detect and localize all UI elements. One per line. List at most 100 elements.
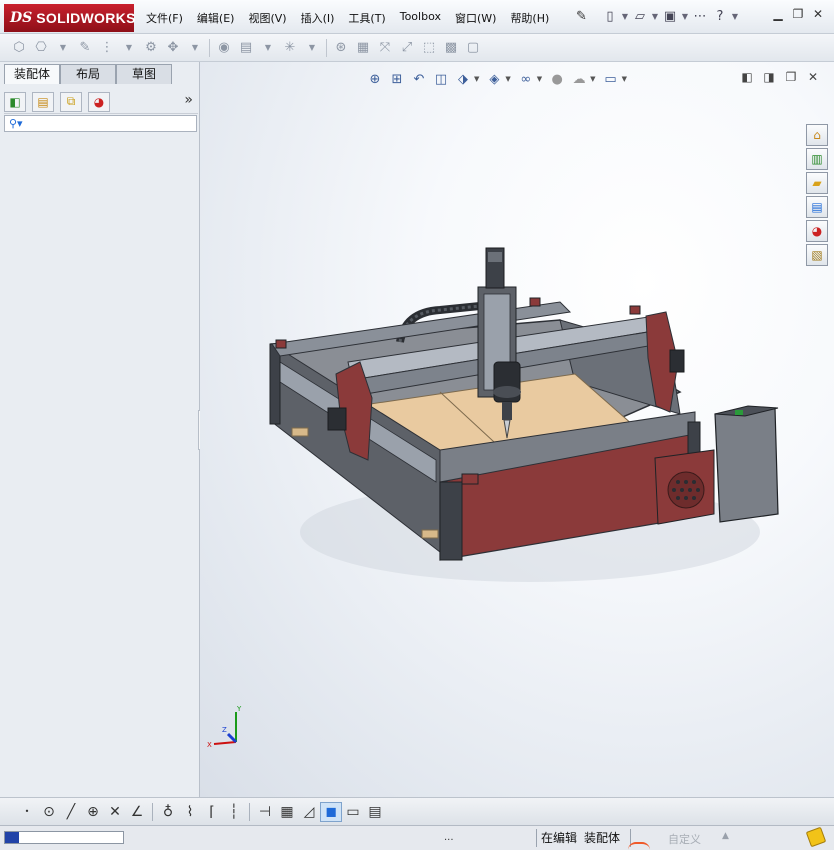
tag-icon[interactable] — [805, 826, 827, 848]
file-explorer-icon[interactable]: ▰ — [806, 172, 828, 194]
feature-manager-icon[interactable]: ◧ — [4, 91, 26, 112]
save-dropdown-icon[interactable]: ▼ — [680, 12, 690, 21]
display-manager-icon[interactable]: ◕ — [88, 91, 110, 112]
menu-edit[interactable]: 编辑(E) — [197, 10, 235, 26]
grid-icon[interactable]: ▦ — [276, 802, 298, 822]
reference-geometry-icon[interactable]: ✳ — [279, 38, 301, 58]
assembly-features-icon[interactable]: ▤ — [235, 38, 257, 58]
custom-dropdown-icon[interactable]: ▲ — [722, 831, 729, 841]
menu-tools[interactable]: 工具(T) — [348, 10, 385, 26]
appearances-icon[interactable]: ◕ — [806, 220, 828, 242]
feature-manager-tabs: ◧ ▤ ⧉ ◕ — [4, 90, 198, 114]
custom-properties-icon[interactable]: ▧ — [806, 244, 828, 266]
property-manager-icon[interactable]: ▤ — [32, 91, 54, 112]
close-icon[interactable]: ✕ — [808, 7, 828, 25]
toolbar-separator — [249, 802, 250, 821]
progress-bar — [4, 831, 124, 844]
insert-component-icon[interactable]: ⬡ — [8, 38, 30, 58]
solidworks-resources-icon[interactable]: ⌂ — [806, 124, 828, 146]
show-hidden-icon[interactable]: ◉ — [213, 38, 235, 58]
dropdown-icon[interactable]: ▼ — [301, 38, 323, 58]
dropdown-icon[interactable]: ▼ — [184, 38, 206, 58]
solidworks-logo[interactable]: DS SOLIDWORKS — [4, 4, 136, 32]
status-bar: ... 在编辑 装配体 自定义 ▲ — [0, 825, 834, 850]
trim-icon[interactable]: ✕ — [104, 802, 126, 822]
pin-menu-icon[interactable]: ✎ — [576, 9, 587, 24]
edit-component-icon[interactable]: ✎ — [74, 38, 96, 58]
top-view-icon[interactable]: ▭ — [342, 802, 364, 822]
menu-file[interactable]: 文件(F) — [146, 10, 183, 26]
help-dropdown-icon[interactable]: ▼ — [730, 12, 740, 21]
brand-name: SOLIDWORKS — [36, 10, 136, 26]
new-dropdown-icon[interactable]: ▼ — [620, 12, 630, 21]
cnc-assembly-model[interactable] — [200, 62, 834, 797]
coordinate-triad: Y X Z — [207, 705, 242, 749]
task-pane-tabs: ⌂ ▥ ▰ ▤ ◕ ▧ — [806, 124, 830, 268]
move-component-icon[interactable]: ✥ — [162, 38, 184, 58]
open-dropdown-icon[interactable]: ▼ — [650, 12, 660, 21]
save-icon[interactable]: ▣ — [660, 6, 680, 26]
bill-of-materials-icon[interactable]: ▦ — [352, 38, 374, 58]
new-motion-study-icon[interactable]: ⊛ — [330, 38, 352, 58]
sketch-toolbar: • ⊙ ╱ ⊕ ✕ ∠ ♁ ⌇ ⌈ ┆ ⊣ ▦ ◿ ◼ ▭ ▤ — [0, 797, 834, 825]
toolbar-separator — [209, 38, 210, 57]
status-mode: 装配体 — [584, 831, 621, 845]
smart-fasteners-icon[interactable]: ⚙ — [140, 38, 162, 58]
smart-dimension-icon[interactable]: ⊣ — [254, 802, 276, 822]
title-bar: DS SOLIDWORKS 文件(F) 编辑(E) 视图(V) 插入(I) 工具… — [0, 0, 834, 34]
feature-tree-filter[interactable]: ⚲▾ — [4, 115, 197, 132]
corner-icon[interactable]: ⌈ — [201, 802, 223, 822]
menu-window[interactable]: 窗口(W) — [455, 10, 496, 26]
tab-assembly[interactable]: 装配体 — [4, 64, 60, 84]
dropdown-icon[interactable]: ▼ — [118, 38, 140, 58]
line-icon[interactable]: ╱ — [60, 802, 82, 822]
triad-x-label: X — [207, 741, 212, 749]
interference-detection-icon[interactable]: ⬚ — [418, 38, 440, 58]
triad-z-label: Z — [222, 726, 227, 734]
help-icon[interactable]: ? — [710, 6, 730, 26]
menu-insert[interactable]: 插入(I) — [301, 10, 335, 26]
instant3d-icon[interactable]: ▢ — [462, 38, 484, 58]
new-document-icon[interactable]: ▯ — [600, 6, 620, 26]
menu-bar: 文件(F) 编辑(E) 视图(V) 插入(I) 工具(T) Toolbox 窗口… — [146, 10, 563, 26]
menu-view[interactable]: 视图(V) — [248, 10, 286, 26]
expand-panel-icon[interactable]: » — [184, 92, 193, 108]
configuration-manager-icon[interactable]: ⧉ — [60, 91, 82, 112]
feature-manager-panel: 装配体 布局 草图 ◧ ▤ ⧉ ◕ » ⚲▾ — [0, 62, 200, 797]
relations-icon[interactable]: ◿ — [298, 802, 320, 822]
view-3d-icon[interactable]: ◼ — [320, 801, 342, 822]
toolbar-separator — [152, 802, 153, 821]
custom-units[interactable]: 自定义 — [668, 831, 701, 847]
restore-icon[interactable]: ❐ — [788, 7, 808, 25]
exploded-view-icon[interactable]: ⤧ — [374, 38, 396, 58]
pattern-icon[interactable]: ⋮ — [96, 38, 118, 58]
filter-icon[interactable]: ⚲▾ — [9, 117, 23, 130]
mate-icon[interactable]: ⎔ — [30, 38, 52, 58]
clearance-verification-icon[interactable]: ▩ — [440, 38, 462, 58]
dropdown-icon[interactable]: ▼ — [257, 38, 279, 58]
triad-y-label: Y — [236, 705, 242, 713]
toolbar-separator — [326, 38, 327, 57]
tab-layout[interactable]: 布局 — [60, 64, 116, 84]
tab-sketch[interactable]: 草图 — [116, 64, 172, 84]
minimize-icon[interactable]: ▁ — [768, 7, 788, 25]
ds-logo-mark: DS — [10, 10, 33, 26]
view-palette-icon[interactable]: ▤ — [806, 196, 828, 218]
convert-entities-icon[interactable]: ⌇ — [179, 802, 201, 822]
angle-icon[interactable]: ∠ — [126, 802, 148, 822]
centerline-icon[interactable]: ┆ — [223, 802, 245, 822]
options-icon[interactable]: ⋯ — [690, 6, 710, 26]
menu-help[interactable]: 帮助(H) — [510, 10, 549, 26]
menu-toolbox[interactable]: Toolbox — [400, 10, 441, 26]
design-library-icon[interactable]: ▥ — [806, 148, 828, 170]
table-icon[interactable]: ▤ — [364, 802, 386, 822]
point-icon[interactable]: • — [16, 802, 38, 822]
explode-line-sketch-icon[interactable]: ⤢ — [396, 38, 418, 58]
open-icon[interactable]: ▱ — [630, 6, 650, 26]
graphics-area[interactable]: ⊕ ⊞ ↶ ◫ ⬗ ▼ ◈ ▼ ∞ ▼ ● ☁ ▼ ▭ ▼ ◧ ◨ ❐ ✕ Y … — [200, 62, 834, 797]
circle-icon[interactable]: ⊙ — [38, 802, 60, 822]
dropdown-icon[interactable]: ▼ — [52, 38, 74, 58]
status-editing: 在编辑 — [536, 829, 577, 847]
tangent-arc-icon[interactable]: ♁ — [157, 802, 179, 822]
polygon-icon[interactable]: ⊕ — [82, 802, 104, 822]
